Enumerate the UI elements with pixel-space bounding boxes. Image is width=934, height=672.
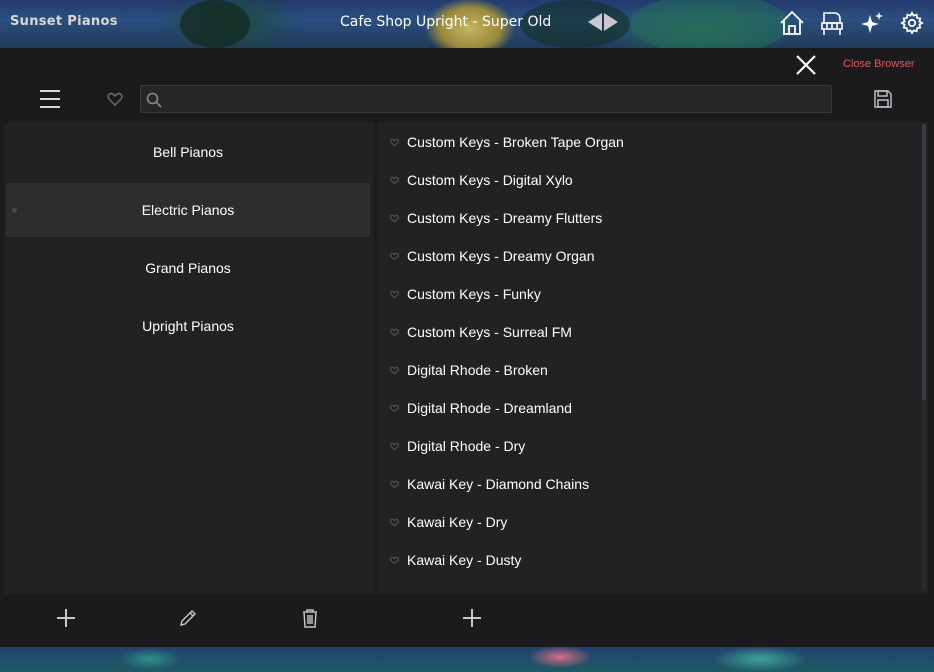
list-item[interactable]: Kawai Key - Diamond Chains bbox=[390, 472, 589, 496]
category-item-grand-pianos[interactable]: Grand Pianos bbox=[6, 241, 370, 295]
preset-title[interactable]: Cafe Shop Upright - Super Old bbox=[340, 14, 551, 30]
heart-icon[interactable] bbox=[390, 442, 399, 451]
foliage-decoration bbox=[630, 0, 790, 48]
selected-indicator bbox=[12, 208, 17, 213]
list-item[interactable]: Custom Keys - Broken Tape Organ bbox=[390, 130, 624, 154]
footer-artwork bbox=[0, 647, 934, 672]
heart-icon[interactable] bbox=[390, 214, 399, 223]
piano-icon[interactable] bbox=[818, 8, 846, 38]
preset-name: Kawai Key - Dry bbox=[407, 514, 508, 530]
heart-icon[interactable] bbox=[390, 404, 399, 413]
preset-name: Kawai Key - Dusty bbox=[407, 552, 522, 568]
header-icons bbox=[778, 8, 926, 38]
next-preset-icon[interactable] bbox=[604, 13, 618, 31]
heart-icon[interactable] bbox=[390, 290, 399, 299]
list-item[interactable]: Kawai Key - Dry bbox=[390, 510, 507, 534]
favorites-filter-icon[interactable] bbox=[107, 92, 123, 107]
list-item[interactable]: Custom Keys - Digital Xylo bbox=[390, 168, 573, 192]
search-icon bbox=[146, 92, 162, 108]
pencil-icon bbox=[180, 610, 196, 626]
heart-icon[interactable] bbox=[390, 138, 399, 147]
header-bar: Sunset Pianos Cafe Shop Upright - Super … bbox=[0, 0, 934, 48]
category-item-upright-pianos[interactable]: Upright Pianos bbox=[6, 299, 370, 353]
home-icon[interactable] bbox=[778, 8, 806, 38]
preset-name: Digital Rhode - Dreamland bbox=[407, 400, 572, 416]
heart-icon[interactable] bbox=[390, 366, 399, 375]
category-label: Upright Pianos bbox=[142, 318, 234, 334]
scrollbar[interactable] bbox=[922, 124, 926, 590]
save-icon[interactable] bbox=[873, 89, 893, 109]
category-label: Grand Pianos bbox=[145, 260, 231, 276]
add-category-button[interactable] bbox=[55, 607, 77, 629]
foliage-decoration bbox=[180, 0, 250, 48]
scrollbar-thumb[interactable] bbox=[922, 124, 926, 400]
category-label: Electric Pianos bbox=[141, 202, 235, 218]
heart-icon[interactable] bbox=[390, 176, 399, 185]
preset-name: Custom Keys - Broken Tape Organ bbox=[407, 134, 624, 150]
list-item[interactable]: Digital Rhode - Broken bbox=[390, 358, 548, 382]
rename-category-button[interactable] bbox=[177, 607, 199, 629]
sparkles-icon[interactable] bbox=[858, 8, 886, 38]
category-list: Bell Pianos Electric Pianos Grand Pianos… bbox=[4, 122, 374, 594]
preset-name: Custom Keys - Funky bbox=[407, 286, 541, 302]
close-browser-link[interactable]: Close Browser bbox=[843, 58, 915, 70]
list-item[interactable]: Digital Rhode - Dry bbox=[390, 434, 525, 458]
category-item-bell-pianos[interactable]: Bell Pianos bbox=[6, 125, 370, 179]
heart-icon[interactable] bbox=[390, 518, 399, 527]
preset-name: Custom Keys - Dreamy Flutters bbox=[407, 210, 603, 226]
menu-icon[interactable] bbox=[38, 88, 62, 110]
preset-name: Digital Rhode - Broken bbox=[407, 362, 548, 378]
search-input[interactable] bbox=[165, 86, 825, 112]
list-item[interactable]: Custom Keys - Dreamy Flutters bbox=[390, 206, 602, 230]
category-label: Bell Pianos bbox=[152, 144, 224, 160]
app-title: Sunset Pianos bbox=[10, 14, 118, 29]
list-item[interactable]: Custom Keys - Surreal FM bbox=[390, 320, 572, 344]
previous-preset-icon[interactable] bbox=[588, 13, 602, 31]
preset-name: Kawai Key - Diamond Chains bbox=[407, 476, 590, 492]
category-item-electric-pianos[interactable]: Electric Pianos bbox=[6, 183, 370, 237]
heart-icon[interactable] bbox=[390, 252, 399, 261]
list-item[interactable]: Custom Keys - Funky bbox=[390, 282, 541, 306]
preset-name: Custom Keys - Digital Xylo bbox=[407, 172, 573, 188]
preset-nav bbox=[588, 13, 618, 31]
preset-name: Digital Rhode - Dry bbox=[407, 438, 526, 454]
search-bar bbox=[140, 85, 832, 113]
delete-category-button[interactable] bbox=[299, 607, 321, 629]
list-item[interactable]: Custom Keys - Dreamy Organ bbox=[390, 244, 595, 268]
gear-icon[interactable] bbox=[898, 8, 926, 38]
heart-icon[interactable] bbox=[390, 480, 399, 489]
heart-icon[interactable] bbox=[390, 556, 399, 565]
add-preset-button[interactable] bbox=[461, 607, 483, 629]
preset-list: Custom Keys - Broken Tape Organ Custom K… bbox=[378, 122, 928, 594]
list-item[interactable]: Digital Rhode - Dreamland bbox=[390, 396, 572, 420]
close-icon[interactable] bbox=[794, 53, 818, 77]
preset-name: Custom Keys - Surreal FM bbox=[407, 324, 572, 340]
list-item[interactable]: Kawai Key - Dusty bbox=[390, 548, 521, 572]
heart-icon[interactable] bbox=[390, 328, 399, 337]
preset-name: Custom Keys - Dreamy Organ bbox=[407, 248, 595, 264]
trash-icon bbox=[303, 609, 317, 628]
